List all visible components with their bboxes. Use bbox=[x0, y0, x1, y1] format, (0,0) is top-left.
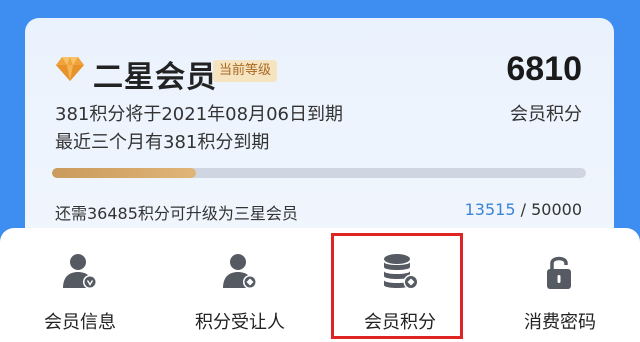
diamond-icon bbox=[56, 57, 84, 81]
menu-item-points-transferee[interactable]: 积分受让人 bbox=[160, 228, 320, 342]
points-total: 6810 bbox=[506, 50, 582, 88]
level-progress-fill bbox=[52, 168, 197, 178]
menu-item-member-points[interactable]: 会员积分 bbox=[320, 228, 480, 342]
menu-item-member-info[interactable]: 会员信息 bbox=[0, 228, 160, 342]
points-transferee-icon bbox=[223, 254, 257, 289]
points-label: 会员积分 bbox=[510, 104, 582, 125]
menu-item-label: 会员信息 bbox=[44, 312, 116, 333]
member-info-icon bbox=[63, 254, 97, 289]
upgrade-requirement: 还需36485积分可升级为三星会员 bbox=[55, 204, 298, 223]
lock-icon bbox=[547, 256, 571, 289]
menu-item-label: 积分受让人 bbox=[195, 312, 285, 333]
progress-total: 50000 bbox=[531, 200, 582, 219]
menu-item-label: 会员积分 bbox=[364, 312, 436, 333]
menu-panel: 会员信息 积分受让人 会员积分 消费密码 bbox=[0, 228, 640, 342]
menu-item-label: 消费密码 bbox=[524, 312, 596, 333]
current-level-badge: 当前等级 bbox=[213, 60, 278, 82]
level-progress-bar bbox=[52, 168, 586, 178]
progress-separator: / bbox=[515, 200, 532, 219]
progress-current[interactable]: 13515 bbox=[465, 200, 516, 219]
progress-text: 13515 / 50000 bbox=[465, 200, 582, 219]
expire-notice: 381积分将于2021年08月06日到期 bbox=[55, 104, 343, 125]
level-name: 二星会员 bbox=[93, 60, 217, 95]
member-points-icon bbox=[384, 254, 419, 290]
menu-item-consumption-password[interactable]: 消费密码 bbox=[480, 228, 640, 342]
expire-summary: 最近三个月有381积分到期 bbox=[55, 132, 270, 153]
